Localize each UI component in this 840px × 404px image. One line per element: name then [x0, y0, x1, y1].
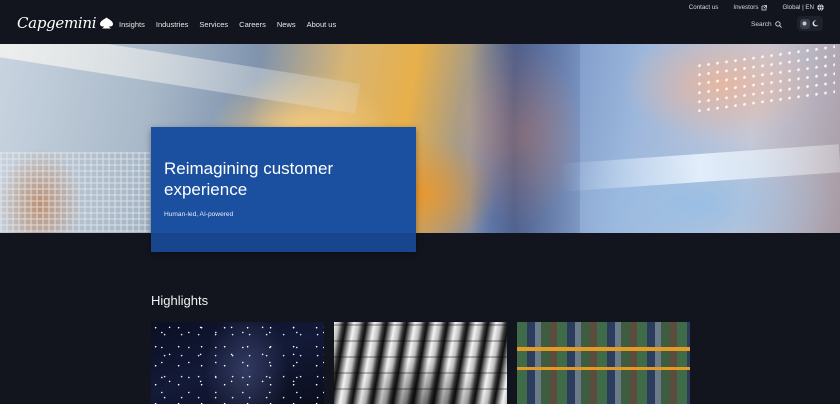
external-link-icon — [762, 4, 768, 10]
spade-icon — [100, 17, 114, 29]
region-selector[interactable]: Global | EN — [782, 4, 824, 11]
contact-us-link[interactable]: Contact us — [689, 4, 719, 11]
globe-icon — [817, 4, 824, 11]
nav-industries[interactable]: Industries — [156, 20, 189, 29]
hero-title: Reimagining customer experience — [164, 159, 334, 199]
main-nav: Insights Industries Services Careers New… — [119, 20, 347, 29]
logo[interactable]: Capgemini — [17, 14, 114, 32]
utility-nav: Contact us Investors Global | EN — [674, 4, 824, 11]
region-label: Global | EN — [782, 4, 814, 11]
hero-image-shade — [470, 44, 580, 233]
contact-us-label: Contact us — [688, 4, 719, 11]
moon-icon — [812, 20, 819, 27]
highlights-heading: Highlights — [151, 293, 209, 308]
theme-toggle[interactable] — [797, 16, 823, 31]
highlight-card-aerial[interactable] — [517, 322, 690, 404]
highlight-card-space[interactable] — [151, 322, 324, 404]
nav-about-us[interactable]: About us — [307, 20, 337, 29]
theme-dark-option[interactable] — [811, 19, 821, 29]
hero-image-grid — [0, 152, 150, 232]
hero-image-streak — [559, 144, 840, 192]
hero-card[interactable]: Reimagining customer experience Human-le… — [151, 127, 416, 252]
hero-subtitle: Human-led, AI-powered — [164, 211, 234, 218]
search-button[interactable]: Search — [751, 21, 782, 28]
investors-link[interactable]: Investors — [733, 4, 768, 11]
hero-banner-image — [0, 44, 840, 233]
hero-image-beam — [0, 44, 361, 114]
nav-services[interactable]: Services — [199, 20, 228, 29]
hero-image-lights — [695, 44, 835, 117]
nav-careers[interactable]: Careers — [239, 20, 266, 29]
theme-light-option[interactable] — [799, 18, 810, 29]
investors-label: Investors — [733, 4, 759, 11]
sun-icon — [802, 21, 807, 26]
site-header: Capgemini Insights Industries Services C… — [0, 0, 840, 44]
highlight-card-abstract[interactable] — [334, 322, 507, 404]
search-label: Search — [751, 21, 772, 28]
logo-text: Capgemini — [17, 14, 97, 32]
nav-insights[interactable]: Insights — [119, 20, 145, 29]
search-icon — [774, 21, 782, 28]
nav-news[interactable]: News — [277, 20, 296, 29]
